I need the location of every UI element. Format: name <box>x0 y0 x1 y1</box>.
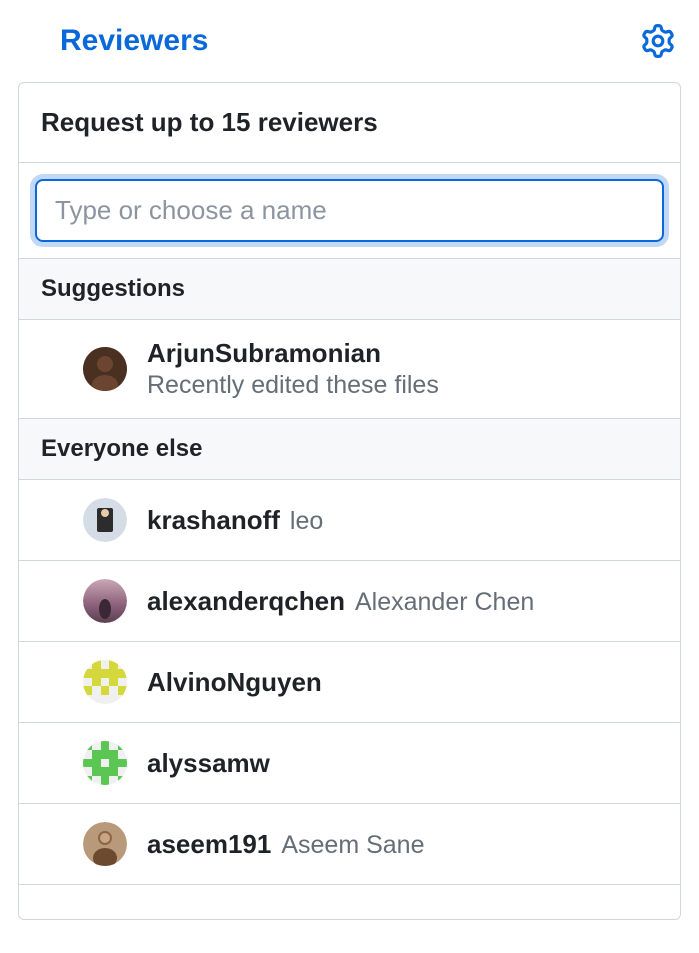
username: alyssamw <box>147 748 270 779</box>
list-item[interactable]: alexanderqchen Alexander Chen <box>19 561 680 642</box>
item-text: ArjunSubramonian Recently edited these f… <box>147 338 439 400</box>
scroll-area[interactable]: Suggestions ArjunSubramonian Recently ed… <box>19 259 680 919</box>
list-item[interactable]: AlvinoNguyen <box>19 642 680 723</box>
identicon-icon <box>83 660 127 704</box>
username: krashanoff <box>147 505 280 536</box>
avatar <box>83 741 127 785</box>
suggestion-item[interactable]: ArjunSubramonian Recently edited these f… <box>19 320 680 419</box>
everyone-else-header: Everyone else <box>19 419 680 480</box>
list-item[interactable]: krashanoff leo <box>19 480 680 561</box>
username: alexanderqchen <box>147 586 345 617</box>
display-name: leo <box>290 507 323 536</box>
display-name: Alexander Chen <box>355 588 534 617</box>
identicon-icon <box>83 741 127 785</box>
search-input[interactable] <box>35 179 664 242</box>
gear-icon[interactable] <box>641 24 675 58</box>
item-text: aseem191 Aseem Sane <box>147 829 424 860</box>
header-row: Reviewers <box>0 0 699 82</box>
list-item[interactable]: aseem191 Aseem Sane <box>19 804 680 885</box>
avatar <box>83 347 127 391</box>
panel-title: Request up to 15 reviewers <box>19 83 680 163</box>
item-text: alexanderqchen Alexander Chen <box>147 586 534 617</box>
username: AlvinoNguyen <box>147 667 322 698</box>
subtitle: Recently edited these files <box>147 371 439 400</box>
scroll-spacer <box>19 885 680 919</box>
username: aseem191 <box>147 829 271 860</box>
avatar <box>83 660 127 704</box>
display-name: Aseem Sane <box>281 831 424 860</box>
reviewers-panel: Request up to 15 reviewers Suggestions A… <box>18 82 681 920</box>
suggestions-header: Suggestions <box>19 259 680 320</box>
search-wrapper <box>19 163 680 259</box>
avatar <box>83 822 127 866</box>
item-text: krashanoff leo <box>147 505 323 536</box>
item-text: AlvinoNguyen <box>147 667 332 698</box>
avatar <box>83 498 127 542</box>
item-text: alyssamw <box>147 748 280 779</box>
list-item[interactable]: alyssamw <box>19 723 680 804</box>
avatar <box>83 579 127 623</box>
reviewers-title[interactable]: Reviewers <box>60 24 208 58</box>
username: ArjunSubramonian <box>147 338 439 369</box>
